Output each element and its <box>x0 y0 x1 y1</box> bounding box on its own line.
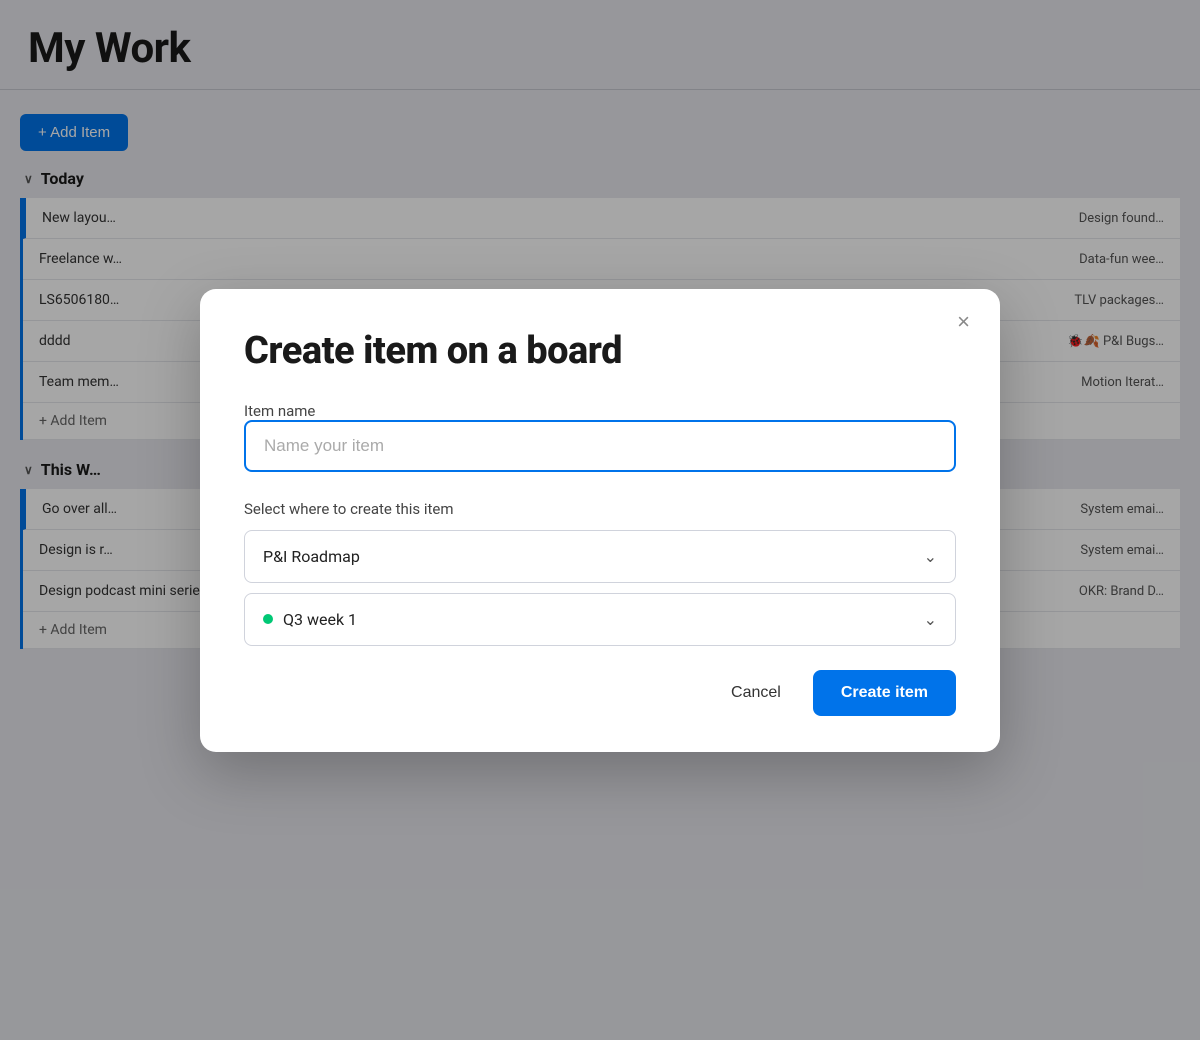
cancel-button[interactable]: Cancel <box>713 672 799 714</box>
modal-title: Create item on a board <box>244 329 956 373</box>
modal-close-button[interactable]: × <box>949 307 978 337</box>
modal-overlay[interactable]: × Create item on a board Item name Selec… <box>0 0 1200 1040</box>
group-dropdown-value: Q3 week 1 <box>283 610 357 629</box>
modal-actions: Cancel Create item <box>244 670 956 716</box>
chevron-down-icon: ⌄ <box>924 610 937 629</box>
group-dropdown-inner: Q3 week 1 <box>263 610 357 629</box>
create-item-modal: × Create item on a board Item name Selec… <box>200 289 1000 752</box>
item-name-input[interactable] <box>244 420 956 472</box>
select-where-label: Select where to create this item <box>244 500 956 518</box>
board-dropdown[interactable]: P&I Roadmap ⌄ <box>244 530 956 583</box>
chevron-down-icon: ⌄ <box>924 547 937 566</box>
group-dropdown[interactable]: Q3 week 1 ⌄ <box>244 593 956 646</box>
create-item-button[interactable]: Create item <box>813 670 956 716</box>
item-name-label: Item name <box>244 402 315 420</box>
board-dropdown-value: P&I Roadmap <box>263 547 360 566</box>
group-status-dot <box>263 614 273 624</box>
